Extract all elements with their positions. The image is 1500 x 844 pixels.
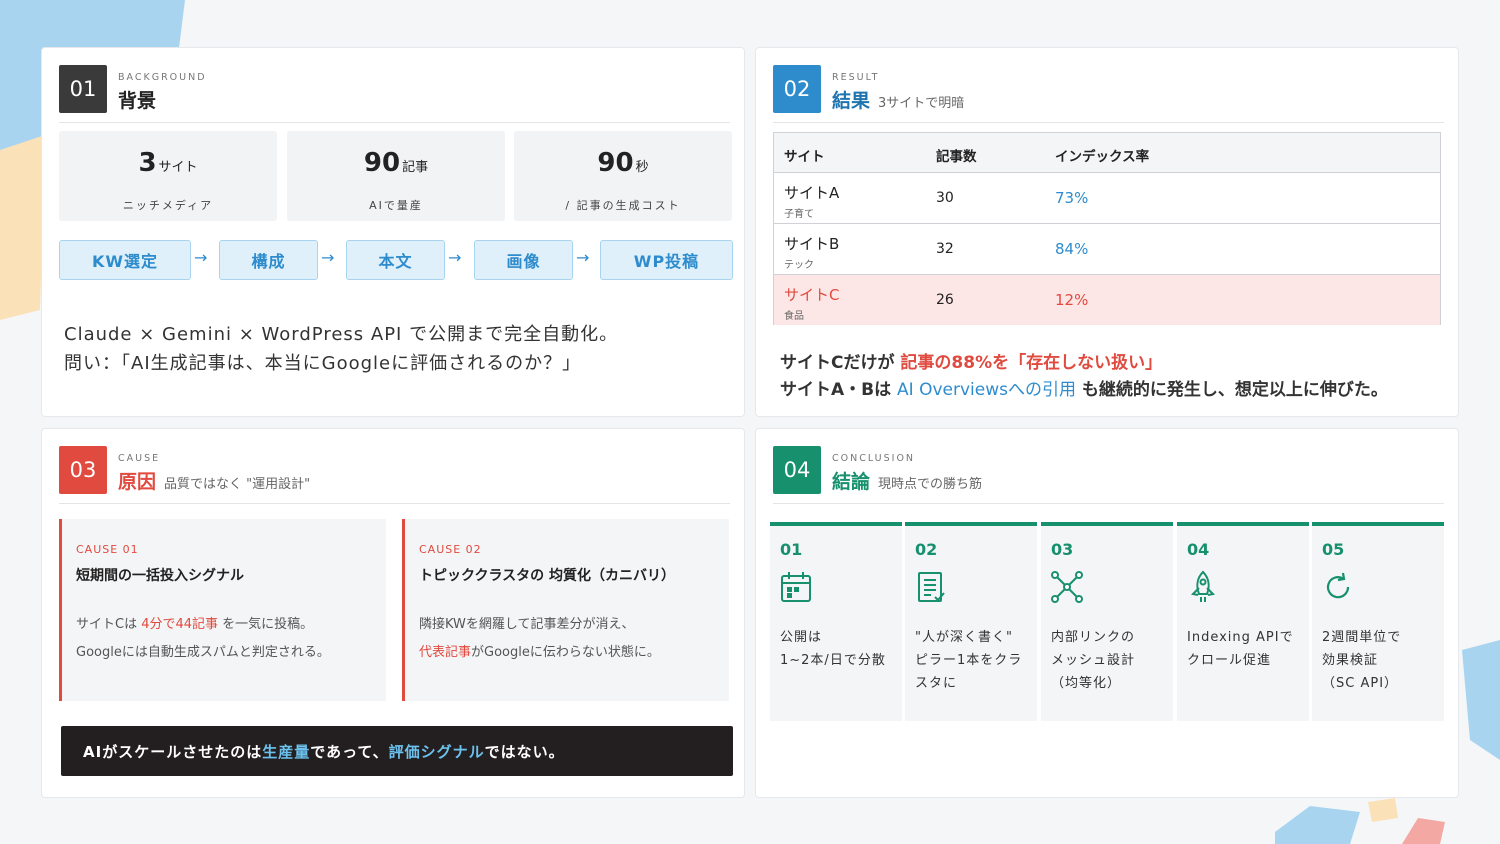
section-kicker: BACKGROUND [118, 72, 207, 83]
stat-cost: 90 秒 / 記事の生成コスト [514, 131, 732, 221]
section-title: 背景 [118, 90, 157, 112]
card-header: 04 CONCLUSION 結論 現時点での勝ち筋 [773, 446, 1444, 504]
arrow-icon: → [321, 248, 335, 267]
automation-text: Claude × Gemini × WordPress API で公開まで完全自… [64, 324, 619, 345]
step-02: 02 "人が深く書く" ピラー1本をクラ スタに [905, 522, 1037, 721]
step-05: 05 2週間単位で 効果検証 （SC API） [1312, 522, 1444, 721]
rocket-icon [1190, 570, 1216, 602]
key-message-banner: AIがスケールさせたのは 生産量 であって、 評価シグナル ではない。 [61, 726, 733, 776]
table-row: サイトB テック 32 84% [774, 224, 1440, 275]
flow-step-image: 画像 [474, 240, 573, 280]
calendar-icon [781, 572, 811, 602]
arrow-icon: → [576, 248, 590, 267]
network-icon [1051, 571, 1083, 603]
section-title: 原因 品質ではなく "運用設計" [118, 471, 311, 493]
card-header: 02 RESULT 結果 3サイトで明暗 [773, 65, 1444, 123]
result-card: 02 RESULT 結果 3サイトで明暗 サイト 記事数 インデックス率 サイトA… [755, 47, 1459, 417]
section-title: 結論 現時点での勝ち筋 [832, 471, 983, 493]
summary-line-2: サイトA・Bは AI Overviewsへの引用 も継続的に発生し、想定以上に伸… [780, 380, 1388, 400]
flow-step-wp: WP投稿 [600, 240, 733, 280]
summary-line-1: サイトCだけが 記事の88%を「存在しない扱い」 [780, 353, 1163, 373]
flow-step-structure: 構成 [219, 240, 318, 280]
section-number-badge: 02 [773, 65, 821, 113]
card-header: 03 CAUSE 原因 品質ではなく "運用設計" [59, 446, 730, 504]
card-header: 01 BACKGROUND 背景 [59, 65, 730, 123]
arrow-icon: → [448, 248, 462, 267]
step-01: 01 公開は 1~2本/日で分散 [770, 522, 902, 721]
arrow-icon: → [194, 248, 208, 267]
conclusion-card: 04 CONCLUSION 結論 現時点での勝ち筋 01 公開は 1~2本/日で分… [755, 428, 1459, 798]
results-table: サイト 記事数 インデックス率 サイトA 子育て 30 73% サイトB テック 3… [773, 132, 1441, 325]
section-kicker: RESULT [832, 72, 880, 83]
refresh-icon [1326, 572, 1350, 599]
flow-step-body: 本文 [346, 240, 445, 280]
background-card: 01 BACKGROUND 背景 3 サイト ニッチメディア 90 記事 AIで量産… [41, 47, 745, 417]
stat-sites: 3 サイト ニッチメディア [59, 131, 277, 221]
question-text: 問い：「AI生成記事は、本当にGoogleに評価されるのか？」 [64, 353, 582, 374]
cause-02: CAUSE 02 トピッククラスタの 均質化（カニバリ） 隣接KWを網羅して記事… [402, 519, 729, 701]
cause-card: 03 CAUSE 原因 品質ではなく "運用設計" CAUSE 01 短期間の一括… [41, 428, 745, 798]
flow-step-kw: KW選定 [59, 240, 191, 280]
section-number-badge: 04 [773, 446, 821, 494]
step-03: 03 内部リンクの メッシュ設計 （均等化） [1041, 522, 1173, 721]
table-row: サイトA 子育て 30 73% [774, 173, 1440, 224]
section-kicker: CAUSE [118, 453, 161, 464]
document-icon [918, 572, 945, 602]
stat-articles: 90 記事 AIで量産 [287, 131, 505, 221]
step-04: 04 Indexing APIで クロール促進 [1177, 522, 1309, 721]
cause-01: CAUSE 01 短期間の一括投入シグナル サイトCは 4分で44記事 を一気に… [59, 519, 386, 701]
table-row-highlight: サイトC 食品 26 12% [774, 275, 1440, 325]
table-header: サイト 記事数 インデックス率 [774, 133, 1440, 173]
section-kicker: CONCLUSION [832, 453, 916, 464]
section-number-badge: 03 [59, 446, 107, 494]
section-number-badge: 01 [59, 65, 107, 113]
section-title: 結果 3サイトで明暗 [832, 90, 965, 112]
